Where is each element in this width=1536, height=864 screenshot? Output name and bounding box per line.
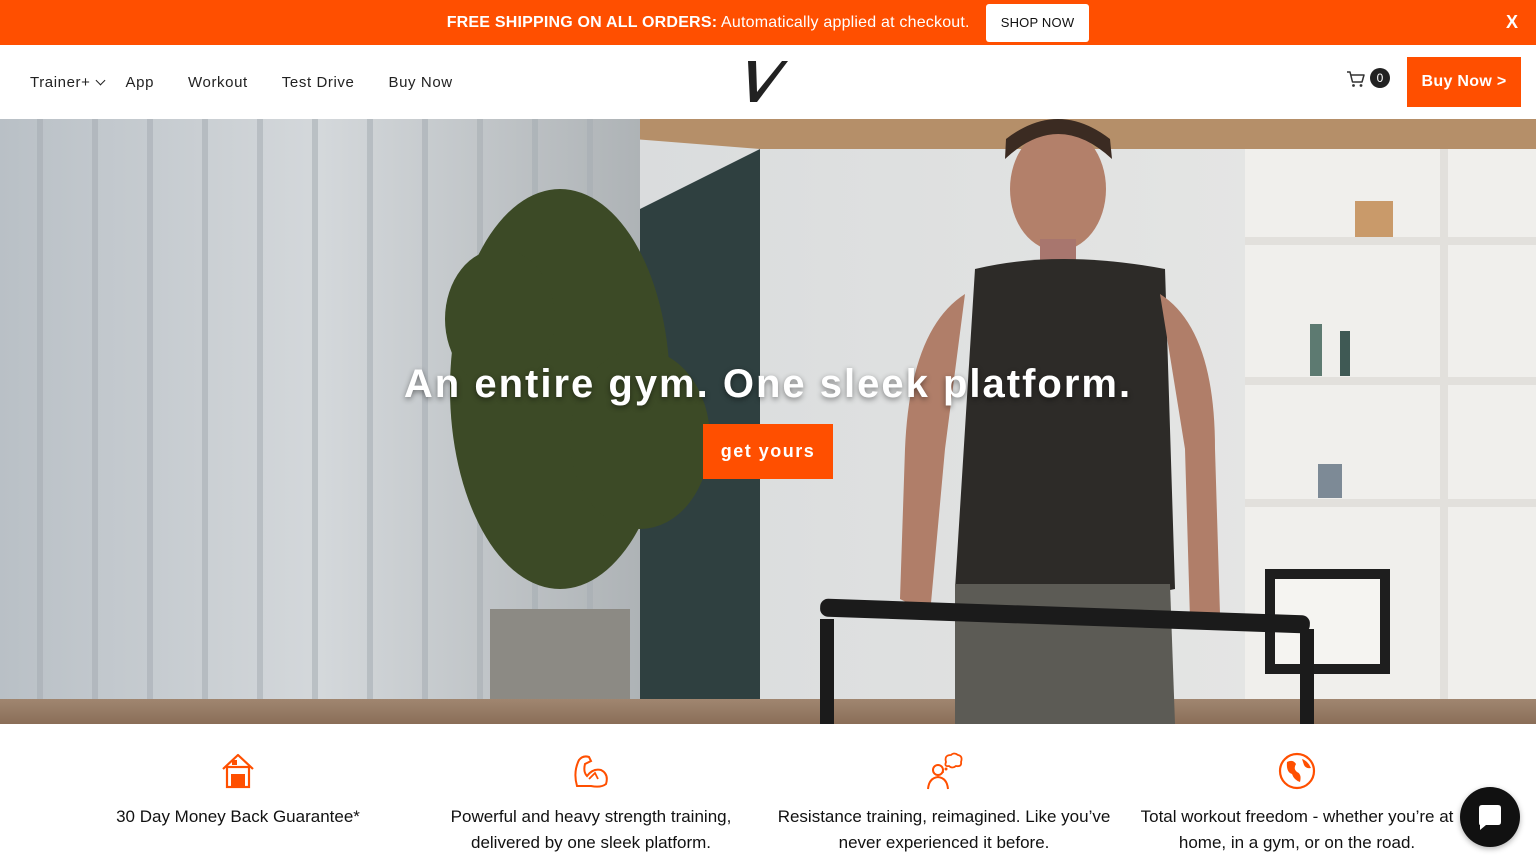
announcement-text: FREE SHIPPING ON ALL ORDERS: Automatical…: [447, 14, 970, 32]
feature-strength: Powerful and heavy strength training, de…: [421, 752, 761, 856]
chat-widget-button[interactable]: [1460, 787, 1520, 847]
hero-section: An entire gym. One sleek platform. get y…: [0, 119, 1536, 724]
site-header: Trainer+ App Workout Test Drive Buy Now …: [0, 45, 1536, 119]
features-section: 30 Day Money Back Guarantee* Powerful an…: [0, 724, 1536, 864]
feature-freedom: Total workout freedom - whether you’re a…: [1127, 752, 1467, 856]
feature-resistance: Resistance training, reimagined. Like yo…: [774, 752, 1114, 856]
house-30-icon: [222, 753, 254, 789]
nav-item-label: Trainer+: [30, 73, 91, 91]
feature-text: Powerful and heavy strength training, de…: [450, 807, 732, 852]
flexed-arm-icon: [574, 755, 608, 788]
hero-title: An entire gym. One sleek platform.: [403, 362, 1133, 406]
chevron-down-icon: [95, 75, 105, 85]
hero-image: [0, 119, 1536, 724]
person-thinking-icon: [927, 752, 963, 790]
chat-icon: [1479, 805, 1501, 830]
nav-item-test-drive[interactable]: Test Drive: [282, 74, 355, 91]
shop-now-button[interactable]: SHOP NOW: [985, 3, 1090, 42]
cart-button[interactable]: 0: [1346, 68, 1390, 88]
brand-logo[interactable]: [744, 58, 790, 104]
feature-money-back: 30 Day Money Back Guarantee*: [68, 752, 408, 830]
feature-text: Total workout freedom - whether you’re a…: [1140, 807, 1454, 852]
announcement-bold: FREE SHIPPING ON ALL ORDERS:: [446, 13, 718, 31]
nav-item-app[interactable]: App: [126, 74, 155, 91]
main-nav: Trainer+ App Workout Test Drive Buy Now: [30, 45, 487, 119]
announcement-detail: Automatically applied at checkout.: [717, 13, 970, 31]
get-yours-button[interactable]: get yours: [703, 424, 833, 479]
globe-icon: [1278, 752, 1316, 790]
announcement-bar: FREE SHIPPING ON ALL ORDERS: Automatical…: [0, 0, 1536, 45]
nav-item-workout[interactable]: Workout: [188, 74, 248, 91]
header-buy-now-button[interactable]: Buy Now >: [1407, 57, 1521, 107]
feature-text: 30 Day Money Back Guarantee*: [116, 807, 360, 826]
nav-item-trainer[interactable]: Trainer+: [30, 73, 105, 91]
cart-icon: [1347, 71, 1365, 87]
close-announcement-button[interactable]: X: [1506, 12, 1518, 33]
feature-text: Resistance training, reimagined. Like yo…: [777, 807, 1111, 852]
nav-item-buy-now[interactable]: Buy Now: [388, 74, 452, 91]
cart-count-badge: 0: [1370, 68, 1390, 88]
